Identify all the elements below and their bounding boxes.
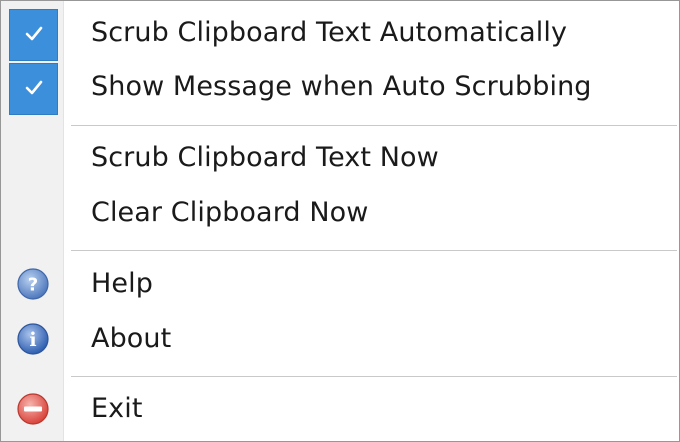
info-icon: i xyxy=(17,323,49,355)
menu-item-label: Show Message when Auto Scrubbing xyxy=(91,70,592,102)
exit-icon xyxy=(17,393,49,425)
menu-item-label: Clear Clipboard Now xyxy=(91,196,369,228)
svg-text:?: ? xyxy=(28,275,38,296)
menu-item-help[interactable]: ? Help xyxy=(1,258,679,310)
menu-item-label: About xyxy=(91,322,172,354)
menu-item-show-message[interactable]: Show Message when Auto Scrubbing xyxy=(1,61,679,115)
menu-separator xyxy=(71,376,677,378)
checkmark-icon xyxy=(9,63,58,115)
menu-item-label: Help xyxy=(91,267,153,299)
menu-item-about[interactable]: i About xyxy=(1,313,679,365)
menu-item-scrub-automatically[interactable]: Scrub Clipboard Text Automatically xyxy=(1,7,679,61)
menu-separator xyxy=(71,250,677,252)
menu-item-label: Scrub Clipboard Text Now xyxy=(91,141,439,173)
help-icon: ? xyxy=(17,268,49,300)
menu-item-scrub-now[interactable]: Scrub Clipboard Text Now xyxy=(1,132,679,184)
svg-text:i: i xyxy=(29,329,36,351)
menu-item-label: Scrub Clipboard Text Automatically xyxy=(91,16,568,48)
menu-separator xyxy=(71,125,677,127)
menu-item-exit[interactable]: Exit xyxy=(1,383,679,435)
menu-item-clear-clipboard[interactable]: Clear Clipboard Now xyxy=(1,187,679,239)
checkmark-icon xyxy=(9,9,58,61)
menu-item-label: Exit xyxy=(91,392,143,424)
context-menu: Scrub Clipboard Text Automatically Show … xyxy=(0,0,680,442)
